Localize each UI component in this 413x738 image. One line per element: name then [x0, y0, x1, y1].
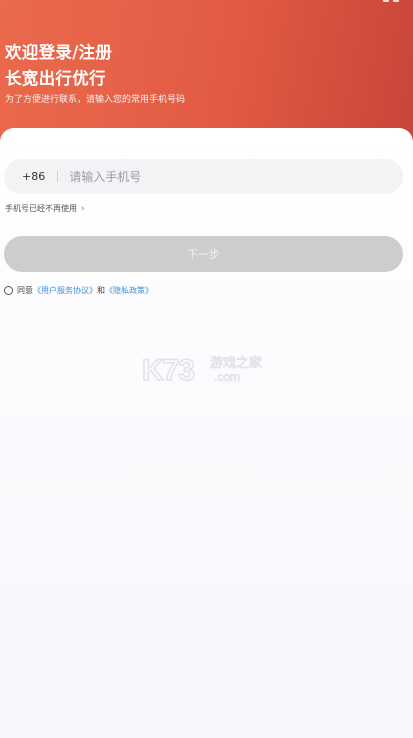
chevron-right-icon: › — [81, 203, 85, 214]
watermark-domain: .com — [214, 370, 240, 384]
phone-input[interactable] — [69, 169, 370, 184]
next-step-button[interactable]: 下一步 — [4, 236, 403, 272]
login-card — [0, 128, 413, 738]
app-name-title: 长宽出行优行 — [5, 69, 106, 88]
signal-icon — [383, 0, 389, 2]
privacy-policy-link[interactable]: 《隐私政策》 — [105, 285, 153, 296]
field-divider — [57, 171, 59, 182]
status-icons — [383, 0, 399, 2]
phone-field[interactable]: +86 — [4, 159, 403, 194]
phone-no-longer-used-link[interactable]: 手机号已经不再使用 › — [5, 203, 85, 214]
agree-prefix: 同意 — [17, 286, 33, 295]
phone-no-longer-used-label: 手机号已经不再使用 — [5, 204, 77, 213]
k73-watermark-logo: K73 游戏之家 .com — [142, 353, 262, 386]
battery-icon — [393, 0, 399, 2]
page-title: 欢迎登录/注册 — [5, 43, 113, 62]
agree-checkbox[interactable] — [4, 286, 13, 295]
country-code-selector[interactable]: +86 — [22, 170, 45, 183]
status-bar — [0, 0, 413, 6]
watermark-site-name: 游戏之家 — [210, 355, 262, 371]
watermark-brand: K73 — [142, 354, 194, 386]
user-agreement-link[interactable]: 《用户服务协议》 — [33, 285, 97, 296]
agree-and: 和 — [97, 286, 105, 295]
page-subtitle: 为了方便进行联系，请输入您的常用手机号码 — [5, 95, 186, 105]
agreement-row: 同意 《用户服务协议》 和 《隐私政策》 — [4, 285, 153, 296]
